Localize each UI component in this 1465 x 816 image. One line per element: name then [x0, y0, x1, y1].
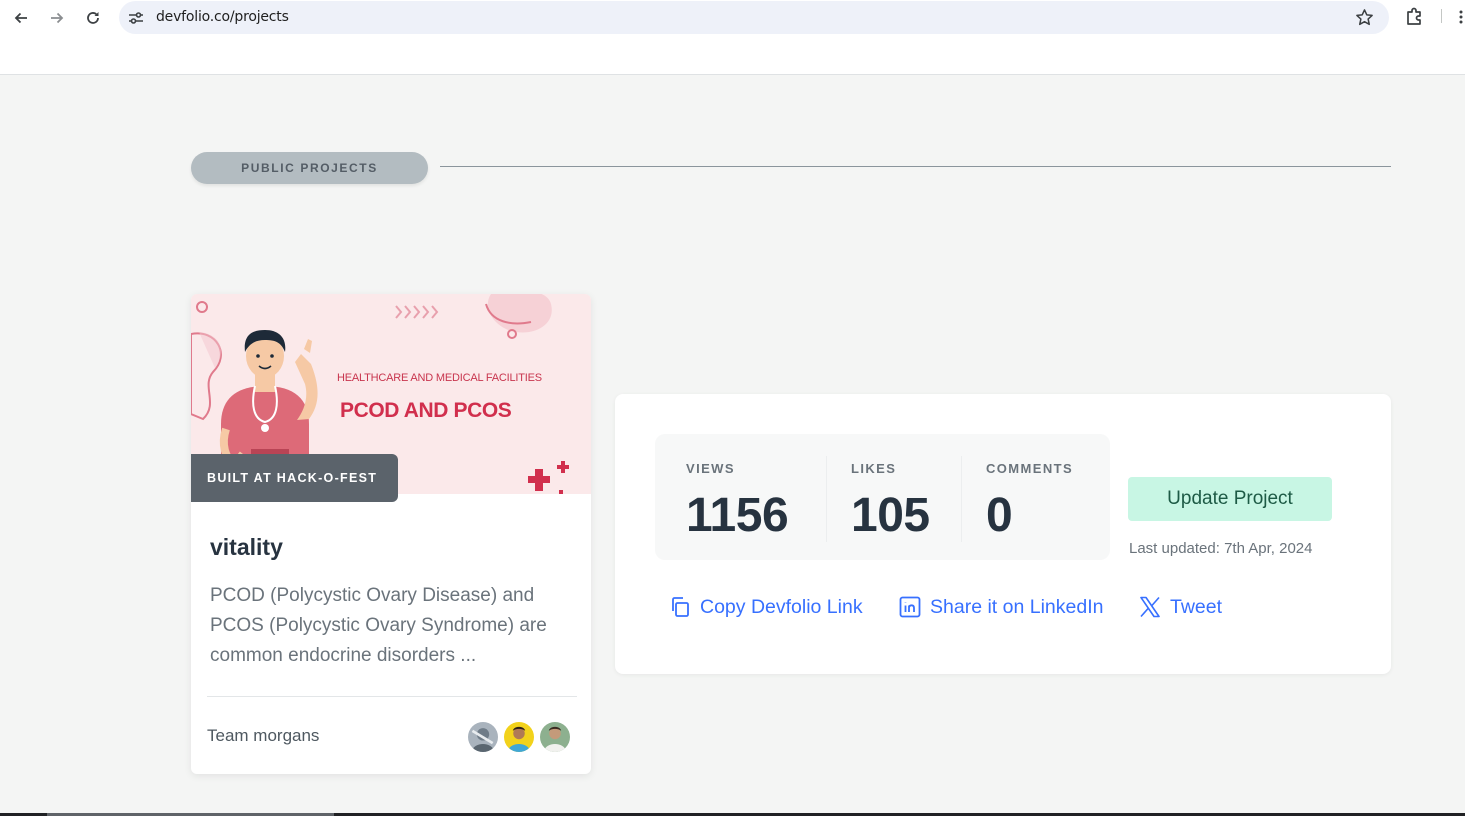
project-card[interactable]: HEALTHCARE AND MEDICAL FACILITIES PCOD A…: [191, 294, 591, 774]
project-name[interactable]: vitality: [210, 534, 283, 561]
extensions-icon[interactable]: [1404, 6, 1426, 28]
public-projects-tab[interactable]: PUBLIC PROJECTS: [191, 152, 428, 184]
share-linkedin-link[interactable]: Share it on LinkedIn: [898, 592, 1103, 622]
tweet-label: Tweet: [1170, 595, 1223, 618]
url-text[interactable]: devfolio.co/projects: [156, 9, 289, 25]
stat-divider: [961, 456, 962, 542]
linkedin-label: Share it on LinkedIn: [930, 595, 1104, 618]
stat-divider: [826, 456, 827, 542]
star-icon[interactable]: [1355, 8, 1374, 27]
site-settings-icon[interactable]: [128, 10, 144, 26]
project-stats-panel: VIEWS 1156 LIKES 105 COMMENTS 0 Update P…: [615, 394, 1391, 674]
forward-arrow-icon[interactable]: [45, 6, 69, 30]
share-actions: Copy Devfolio Link Share it on LinkedIn …: [668, 592, 1348, 622]
card-divider: [207, 696, 577, 697]
copy-icon: [672, 597, 689, 617]
copy-devfolio-link[interactable]: Copy Devfolio Link: [668, 592, 863, 622]
comments-label: COMMENTS: [986, 461, 1074, 476]
last-updated-text: Last updated: 7th Apr, 2024: [1129, 540, 1313, 557]
linkedin-icon: [899, 596, 921, 618]
section-divider: [440, 166, 1391, 167]
views-count: 1156: [686, 489, 789, 542]
views-label: VIEWS: [686, 461, 735, 476]
menu-icon[interactable]: [1457, 9, 1465, 25]
update-project-button[interactable]: Update Project: [1128, 477, 1332, 521]
comments-count: 0: [986, 489, 1013, 542]
cover-subtitle: HEALTHCARE AND MEDICAL FACILITIES: [337, 372, 542, 384]
reload-icon[interactable]: [81, 6, 105, 30]
address-bar[interactable]: devfolio.co/projects: [119, 1, 1389, 34]
toolbar-separator: [1441, 9, 1442, 23]
hackathon-badge[interactable]: BUILT AT HACK-O-FEST: [191, 454, 398, 502]
likes-label: LIKES: [851, 461, 897, 476]
team-name: Team morgans: [207, 726, 320, 745]
copy-link-label: Copy Devfolio Link: [700, 595, 863, 618]
team-avatars[interactable]: [466, 720, 576, 754]
browser-toolbar: devfolio.co/projects: [0, 0, 1465, 75]
likes-count: 105: [851, 489, 930, 542]
cover-title: PCOD AND PCOS: [340, 399, 512, 422]
back-arrow-icon[interactable]: [9, 6, 33, 30]
avatar[interactable]: [538, 720, 572, 754]
avatar[interactable]: [502, 720, 536, 754]
x-twitter-icon: [1140, 596, 1160, 618]
stats-box: VIEWS 1156 LIKES 105 COMMENTS 0: [655, 434, 1110, 560]
avatar[interactable]: [466, 720, 500, 754]
project-description: PCOD (Polycystic Ovary Disease) and PCOS…: [210, 585, 547, 666]
tweet-link[interactable]: Tweet: [1138, 592, 1222, 622]
